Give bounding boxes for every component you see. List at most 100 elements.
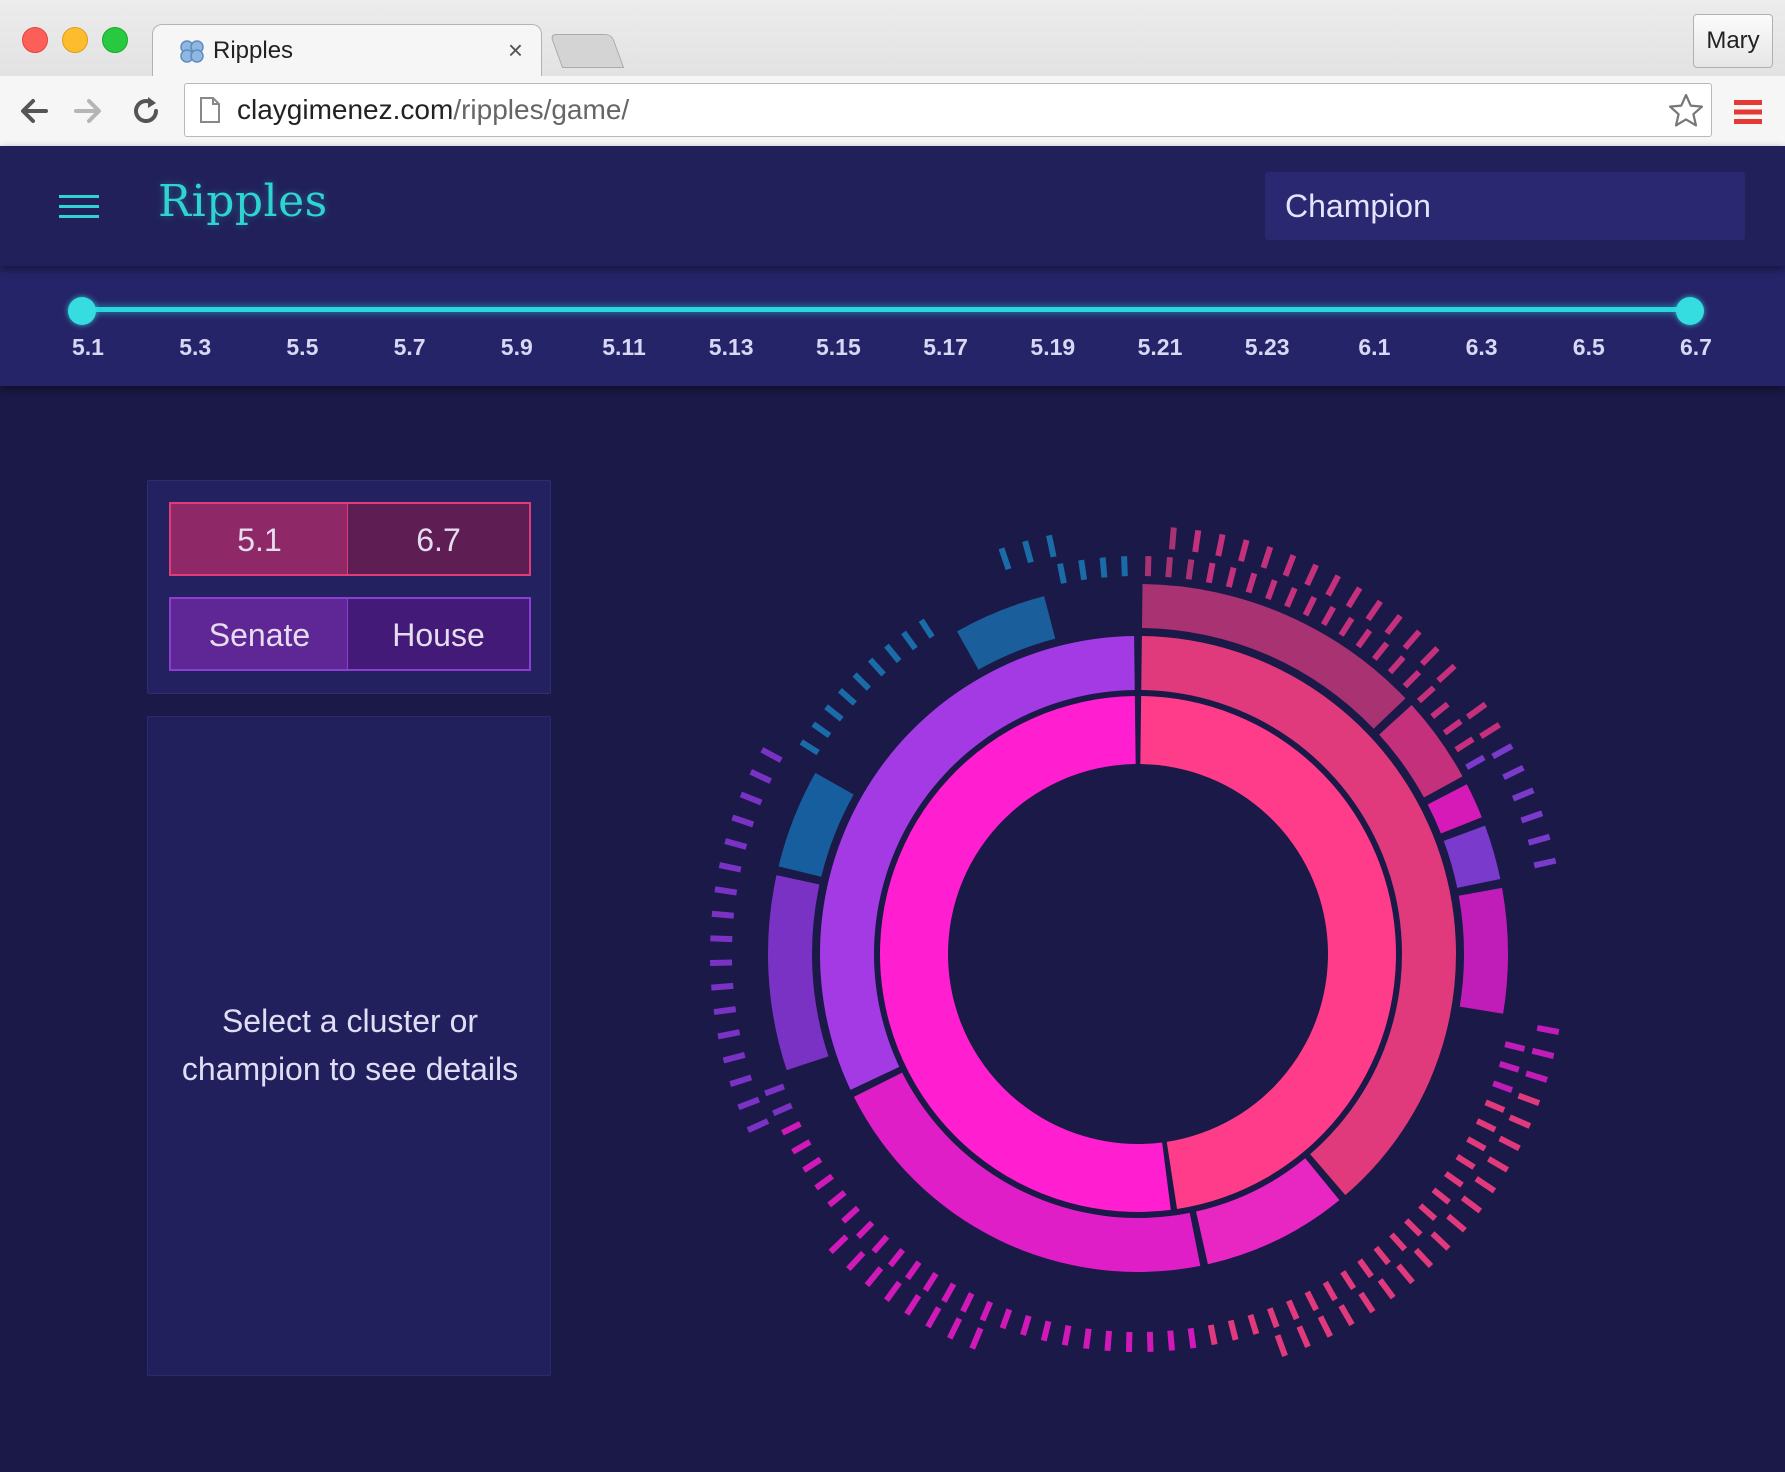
champion-tick-mark[interactable]	[960, 1292, 975, 1313]
champion-tick-mark[interactable]	[1192, 529, 1202, 553]
slider-tick-label[interactable]: 5.9	[477, 334, 557, 361]
champion-tick-mark[interactable]	[1498, 1135, 1521, 1151]
champion-tick-mark[interactable]	[713, 1006, 737, 1016]
champion-tick-mark[interactable]	[837, 688, 857, 706]
champion-tick-mark[interactable]	[1146, 1331, 1154, 1352]
champion-tick-mark[interactable]	[1431, 1187, 1451, 1205]
champion-tick-mark[interactable]	[998, 547, 1012, 571]
slider-tick-label[interactable]: 5.19	[1013, 334, 1093, 361]
slider-tick-label[interactable]: 6.5	[1549, 334, 1629, 361]
champion-tick-mark[interactable]	[1357, 1258, 1374, 1279]
champion-tick-mark[interactable]	[1167, 1330, 1175, 1351]
champion-tick-mark[interactable]	[1340, 1270, 1357, 1291]
slider-tick-label[interactable]: 6.3	[1442, 334, 1522, 361]
champion-tick-mark[interactable]	[1416, 685, 1436, 704]
tab-close-icon[interactable]: ×	[508, 35, 523, 66]
champion-tick-mark[interactable]	[979, 1300, 994, 1322]
champion-tick-mark[interactable]	[714, 886, 738, 896]
champion-tick-mark[interactable]	[1465, 701, 1488, 720]
forward-arrow-icon[interactable]	[70, 93, 106, 129]
champion-tick-mark[interactable]	[746, 1118, 770, 1133]
champion-tick-mark[interactable]	[828, 1234, 849, 1255]
champion-tick-mark[interactable]	[729, 1074, 753, 1087]
champion-tick-mark[interactable]	[1402, 629, 1422, 651]
champion-tick-mark[interactable]	[1511, 787, 1535, 802]
champion-tick-mark[interactable]	[1040, 1320, 1052, 1342]
champion-tick-mark[interactable]	[1144, 556, 1152, 577]
champion-tick-mark[interactable]	[867, 657, 886, 677]
champion-tick-mark[interactable]	[1260, 546, 1274, 569]
champion-tick-mark[interactable]	[841, 1205, 860, 1224]
slider-handle-start[interactable]	[68, 297, 96, 325]
champion-tick-mark[interactable]	[884, 643, 902, 663]
champion-tick-mark[interactable]	[1285, 1299, 1300, 1321]
champion-tick-mark[interactable]	[1020, 1314, 1032, 1336]
champion-tick-mark[interactable]	[1078, 559, 1088, 581]
champion-tick-mark[interactable]	[749, 769, 772, 784]
minimize-window-button[interactable]	[62, 27, 88, 53]
champion-tick-mark[interactable]	[1022, 540, 1034, 564]
champion-tick-mark[interactable]	[1358, 1291, 1376, 1314]
champion-tick-mark[interactable]	[711, 982, 734, 991]
champion-tick-mark[interactable]	[1466, 1136, 1487, 1152]
champion-tick-mark[interactable]	[1165, 557, 1173, 578]
champion-tick-mark[interactable]	[1355, 628, 1373, 649]
champion-tick-mark[interactable]	[1508, 1114, 1532, 1129]
champion-tick-mark[interactable]	[1430, 1231, 1451, 1251]
champion-tick-mark[interactable]	[1484, 1099, 1506, 1113]
house-toggle-button[interactable]: House	[347, 597, 531, 671]
champion-tick-mark[interactable]	[1057, 563, 1067, 584]
champion-tick-mark[interactable]	[1413, 1247, 1434, 1269]
champion-tick-mark[interactable]	[884, 1280, 902, 1303]
champion-tick-mark[interactable]	[1325, 574, 1341, 597]
champion-tick-mark[interactable]	[1517, 1092, 1541, 1107]
champion-tick-mark[interactable]	[941, 1282, 957, 1303]
champion-tick-mark[interactable]	[1227, 1319, 1239, 1341]
champion-tick-mark[interactable]	[1282, 554, 1297, 577]
champion-tick-mark[interactable]	[1455, 1154, 1476, 1170]
champion-tick-mark[interactable]	[1372, 641, 1390, 661]
champion-tick-mark[interactable]	[1245, 572, 1258, 594]
champion-tick-mark[interactable]	[947, 1317, 963, 1340]
champion-tick-mark[interactable]	[887, 1247, 906, 1268]
champion-tick-mark[interactable]	[1491, 743, 1514, 760]
champion-tick-mark[interactable]	[1465, 754, 1486, 770]
champion-tick-mark[interactable]	[1365, 599, 1383, 622]
champion-tick-mark[interactable]	[1384, 613, 1403, 636]
champion-tick-mark[interactable]	[1061, 1324, 1072, 1346]
close-window-button[interactable]	[22, 27, 48, 53]
slider-tick-label[interactable]: 5.13	[691, 334, 771, 361]
champion-tick-mark[interactable]	[1533, 857, 1557, 869]
slider-tick-label[interactable]: 5.23	[1227, 334, 1307, 361]
browser-tab[interactable]: Ripples ×	[152, 24, 542, 76]
cluster-segment-l3-5[interactable]	[768, 875, 829, 1071]
champion-tick-mark[interactable]	[904, 1294, 922, 1316]
champion-tick-mark[interactable]	[1419, 646, 1440, 667]
champion-tick-mark[interactable]	[1536, 1025, 1560, 1035]
cluster-segment-l3-4[interactable]	[1458, 887, 1508, 1014]
champion-tick-mark[interactable]	[1345, 586, 1363, 609]
champion-tick-mark[interactable]	[1487, 1156, 1510, 1173]
champion-tick-mark[interactable]	[1492, 1080, 1514, 1093]
champion-tick-mark[interactable]	[846, 1250, 866, 1272]
browser-menu-icon[interactable]	[1732, 96, 1764, 128]
champion-tick-mark[interactable]	[1266, 1307, 1280, 1329]
champion-tick-mark[interactable]	[1215, 533, 1226, 557]
champion-tick-mark[interactable]	[1274, 1334, 1288, 1357]
champion-tick-mark[interactable]	[1377, 1278, 1396, 1300]
slider-tick-label[interactable]: 5.21	[1120, 334, 1200, 361]
champion-tick-mark[interactable]	[1185, 559, 1195, 580]
champion-tick-mark[interactable]	[1460, 1195, 1483, 1214]
champion-tick-mark[interactable]	[1502, 765, 1525, 780]
champion-tick-mark[interactable]	[1479, 722, 1501, 739]
champion-tick-mark[interactable]	[969, 1327, 984, 1350]
slider-tick-label[interactable]: 5.3	[155, 334, 235, 361]
champion-tick-mark[interactable]	[791, 1139, 812, 1155]
champion-tick-mark[interactable]	[855, 1220, 875, 1240]
champion-tick-mark[interactable]	[922, 1271, 939, 1293]
champion-tick-mark[interactable]	[1320, 605, 1336, 627]
champion-tick-mark[interactable]	[1238, 539, 1250, 563]
champion-tick-mark[interactable]	[1205, 562, 1216, 584]
slider-tick-label[interactable]: 5.5	[262, 334, 342, 361]
champion-tick-mark[interactable]	[724, 838, 748, 850]
